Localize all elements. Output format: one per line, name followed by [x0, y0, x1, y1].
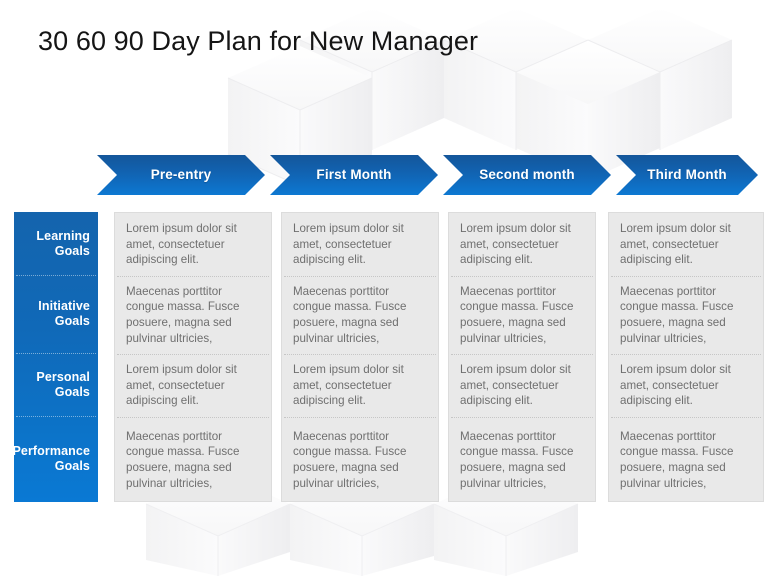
matrix-cell-line: Lorem ipsum dolor sit	[460, 363, 571, 377]
matrix-cell-line: posuere, magna sed	[126, 461, 232, 474]
timeline-phase-label-1[interactable]: Pre-entry	[97, 155, 265, 195]
matrix-cell-line: Maecenas porttitor	[126, 429, 223, 443]
matrix-cell-r1-c4[interactable]: Lorem ipsum dolor sit amet, consectetuer a…	[609, 213, 763, 276]
matrix-cell-line: posuere, magna sed	[620, 316, 726, 329]
matrix-cell-r4-c4[interactable]: Maecenas porttitor congue massa. Fusce pos…	[609, 417, 763, 501]
goal-category-column: Learning Goals Initiative Goals Personal Goal…	[14, 212, 98, 502]
phase-content-column-4: Lorem ipsum dolor sit amet, consectetuer a…	[608, 212, 764, 502]
timeline-phase-label-2[interactable]: First Month	[270, 155, 438, 195]
matrix-cell-line: amet, consectetuer	[293, 237, 392, 251]
matrix-cell-line: pulvinar ultricies,	[620, 331, 707, 345]
matrix-cell-line: adipiscing elit.	[620, 253, 693, 267]
matrix-cell-line: amet, consectetuer	[620, 378, 719, 392]
matrix-cell-line: Maecenas porttitor	[293, 429, 390, 443]
matrix-cell-line: Lorem ipsum dolor sit	[620, 222, 731, 236]
page-title: 30 60 90 Day Plan for New Manager	[38, 26, 479, 56]
matrix-cell-line: amet, consectetuer	[126, 378, 225, 392]
matrix-cell-line: pulvinar ultricies,	[460, 331, 547, 345]
matrix-cell-line: amet, consectetuer	[126, 237, 225, 251]
matrix-cell-line: amet, consectetuer	[620, 237, 719, 251]
matrix-cell-r2-c3[interactable]: Maecenas porttitor congue massa. Fusce pos…	[449, 276, 595, 354]
matrix-cell-line: Maecenas porttitor	[460, 429, 557, 443]
matrix-cell-r2-c2[interactable]: Maecenas porttitor congue massa. Fusce pos…	[282, 276, 438, 354]
matrix-cell-r3-c4[interactable]: Lorem ipsum dolor sit amet, consectetuer a…	[609, 354, 763, 417]
slide-canvas: 30 60 90 Day Plan for New Manager Pre-en…	[0, 0, 768, 576]
matrix-cell-r2-c1[interactable]: Maecenas porttitor congue massa. Fusce pos…	[115, 276, 271, 354]
goal-category-label-line: Goals	[54, 384, 90, 399]
goal-category-label-line: Goals	[54, 243, 90, 258]
matrix-cell-line: adipiscing elit.	[126, 253, 199, 267]
matrix-cell-line: adipiscing elit.	[620, 394, 693, 408]
phase-content-column-2: Lorem ipsum dolor sit amet, consectetuer a…	[281, 212, 439, 502]
goal-category-label-3[interactable]: Personal Goals	[14, 353, 98, 416]
goal-category-label-2[interactable]: Initiative Goals	[14, 275, 98, 353]
matrix-cell-line: pulvinar ultricies,	[293, 331, 380, 345]
matrix-cell-line: amet, consectetuer	[460, 237, 559, 251]
matrix-cell-line: pulvinar ultricies,	[126, 331, 213, 345]
matrix-cell-line: congue massa. Fusce	[620, 300, 734, 314]
goal-category-label-line: Personal	[36, 369, 90, 384]
matrix-cell-line: adipiscing elit.	[460, 394, 533, 408]
matrix-cell-r1-c1[interactable]: Lorem ipsum dolor sit amet, consectetuer a…	[115, 213, 271, 276]
matrix-cell-line: Maecenas porttitor	[620, 429, 717, 443]
matrix-cell-r1-c2[interactable]: Lorem ipsum dolor sit amet, consectetuer a…	[282, 213, 438, 276]
matrix-cell-r1-c3[interactable]: Lorem ipsum dolor sit amet, consectetuer a…	[449, 213, 595, 276]
matrix-cell-line: Maecenas porttitor	[460, 284, 557, 298]
matrix-cell-line: Lorem ipsum dolor sit	[460, 222, 571, 236]
matrix-cell-line: amet, consectetuer	[293, 378, 392, 392]
matrix-cell-line: Maecenas porttitor	[620, 284, 717, 298]
phase-content-column-1: Lorem ipsum dolor sit amet, consectetuer a…	[114, 212, 272, 502]
matrix-cell-line: posuere, magna sed	[126, 316, 232, 329]
matrix-cell-r3-c3[interactable]: Lorem ipsum dolor sit amet, consectetuer a…	[449, 354, 595, 417]
goals-matrix: Learning Goals Initiative Goals Personal Goal…	[14, 212, 764, 502]
matrix-cell-line: congue massa. Fusce	[126, 300, 240, 314]
matrix-cell-line: posuere, magna sed	[460, 316, 566, 329]
phase-content-column-3: Lorem ipsum dolor sit amet, consectetuer a…	[448, 212, 596, 502]
matrix-cell-line: Lorem ipsum dolor sit	[293, 222, 404, 236]
matrix-cell-line: adipiscing elit.	[293, 253, 366, 267]
matrix-cell-r3-c1[interactable]: Lorem ipsum dolor sit amet, consectetuer a…	[115, 354, 271, 417]
matrix-cell-line: posuere, magna sed	[620, 461, 726, 474]
goal-category-label-line: Goals	[54, 459, 90, 473]
matrix-cell-line: Maecenas porttitor	[293, 284, 390, 298]
matrix-cell-r3-c2[interactable]: Lorem ipsum dolor sit amet, consectetuer a…	[282, 354, 438, 417]
goal-category-label-line: Goals	[54, 314, 90, 328]
matrix-cell-r4-c1[interactable]: Maecenas porttitor congue massa. Fusce pos…	[115, 417, 271, 501]
matrix-cell-line: Lorem ipsum dolor sit	[620, 363, 731, 377]
goal-category-label-4[interactable]: Performance Goals	[14, 416, 98, 502]
matrix-cell-line: pulvinar ultricies,	[620, 476, 707, 490]
timeline-phase-label-4[interactable]: Third Month	[616, 155, 758, 195]
matrix-cell-line: congue massa. Fusce	[620, 445, 734, 459]
matrix-cell-line: Lorem ipsum dolor sit	[126, 222, 237, 236]
matrix-cell-line: congue massa. Fusce	[126, 445, 240, 459]
matrix-cell-line: pulvinar ultricies,	[460, 476, 547, 490]
matrix-cell-line: posuere, magna sed	[460, 461, 566, 474]
matrix-cell-r4-c2[interactable]: Maecenas porttitor congue massa. Fusce pos…	[282, 417, 438, 501]
matrix-cell-line: congue massa. Fusce	[460, 445, 574, 459]
matrix-cell-line: adipiscing elit.	[126, 394, 199, 408]
goal-category-label-1[interactable]: Learning Goals	[14, 212, 98, 275]
matrix-cell-line: posuere, magna sed	[293, 461, 399, 474]
matrix-cell-line: Maecenas porttitor	[126, 284, 223, 298]
goal-category-label-line: Learning	[36, 228, 90, 243]
matrix-cell-line: congue massa. Fusce	[293, 445, 407, 459]
matrix-cell-r2-c4[interactable]: Maecenas porttitor congue massa. Fusce pos…	[609, 276, 763, 354]
matrix-cell-line: pulvinar ultricies,	[126, 476, 213, 490]
matrix-cell-line: adipiscing elit.	[460, 253, 533, 267]
matrix-cell-line: amet, consectetuer	[460, 378, 559, 392]
matrix-cell-line: congue massa. Fusce	[293, 300, 407, 314]
matrix-cell-line: Lorem ipsum dolor sit	[126, 363, 237, 377]
matrix-cell-line: congue massa. Fusce	[460, 300, 574, 314]
matrix-cell-line: adipiscing elit.	[293, 394, 366, 408]
goal-category-label-line: Initiative	[38, 299, 90, 313]
matrix-cell-r4-c3[interactable]: Maecenas porttitor congue massa. Fusce pos…	[449, 417, 595, 501]
goal-category-label-line: Performance	[14, 444, 90, 458]
matrix-cell-line: pulvinar ultricies,	[293, 476, 380, 490]
matrix-cell-line: Lorem ipsum dolor sit	[293, 363, 404, 377]
matrix-cell-line: posuere, magna sed	[293, 316, 399, 329]
timeline-phase-label-3[interactable]: Second month	[443, 155, 611, 195]
